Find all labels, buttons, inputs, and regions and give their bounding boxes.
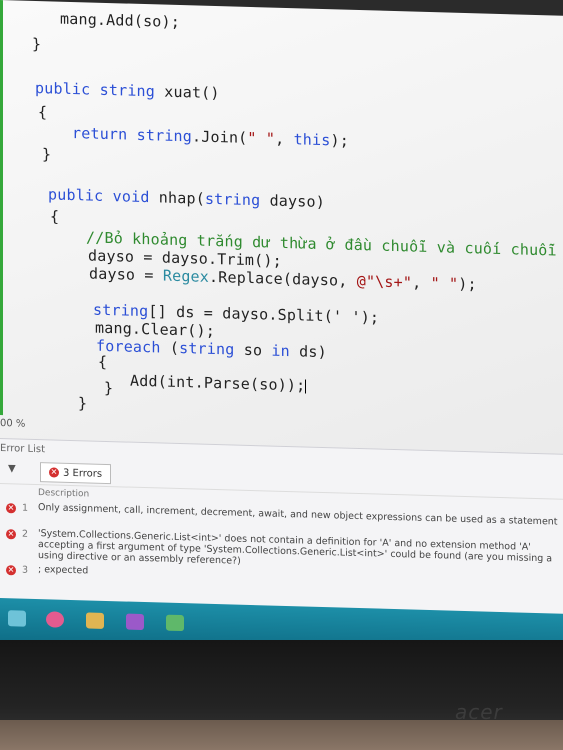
code-brace[interactable]: } <box>42 145 51 163</box>
code-foreach-line[interactable]: foreach (string so in ds) <box>96 337 327 361</box>
error-icon: ✕ <box>49 467 59 478</box>
code-brace[interactable]: } <box>32 35 41 53</box>
code-add-line[interactable]: Add(int.Parse(so)); <box>130 372 307 395</box>
error-number: 2 <box>22 528 29 540</box>
browser-icon[interactable] <box>46 611 64 628</box>
error-list-panel: Error List ▼ ✕ 3 Errors Description ✕ 1 … <box>0 438 563 615</box>
error-message: Only assignment, call, increment, decrem… <box>38 502 558 528</box>
code-regex-line[interactable]: dayso = Regex.Replace(dayso, @"\s+", " "… <box>89 264 477 293</box>
folder-icon[interactable] <box>86 612 104 629</box>
code-brace[interactable]: { <box>38 103 47 121</box>
text-cursor <box>305 379 307 394</box>
code-brace[interactable]: { <box>50 207 59 225</box>
code-brace[interactable]: } <box>104 379 113 397</box>
filter-icon[interactable]: ▼ <box>8 463 16 474</box>
code-brace[interactable]: { <box>98 353 107 371</box>
start-icon[interactable] <box>8 610 26 627</box>
error-number: 1 <box>22 502 29 514</box>
visual-studio-icon[interactable] <box>126 613 144 631</box>
code-xuat-signature[interactable]: public string xuat() <box>35 79 220 102</box>
code-brace[interactable]: } <box>78 394 87 412</box>
error-icon: ✕ <box>6 503 16 514</box>
code-nhap-signature[interactable]: public void nhap(string dayso) <box>48 185 325 211</box>
screen: mang.Add(so); } public string xuat() { r… <box>0 0 563 656</box>
desk-surface <box>0 720 563 750</box>
code-return-line[interactable]: return string.Join(" ", this); <box>72 124 349 150</box>
error-icon: ✕ <box>6 529 16 540</box>
error-number: 3 <box>22 564 29 576</box>
errors-filter-button[interactable]: ✕ 3 Errors <box>40 462 112 485</box>
errors-count-label: 3 Errors <box>63 467 103 480</box>
error-list-title: Error List <box>0 443 46 456</box>
description-column-header[interactable]: Description <box>38 488 89 499</box>
error-icon: ✕ <box>6 565 16 576</box>
app-icon[interactable] <box>166 614 184 632</box>
change-gutter <box>0 0 3 416</box>
code-line-add[interactable]: mang.Add(so); <box>60 10 180 31</box>
zoom-level[interactable]: 00 % <box>0 418 25 430</box>
